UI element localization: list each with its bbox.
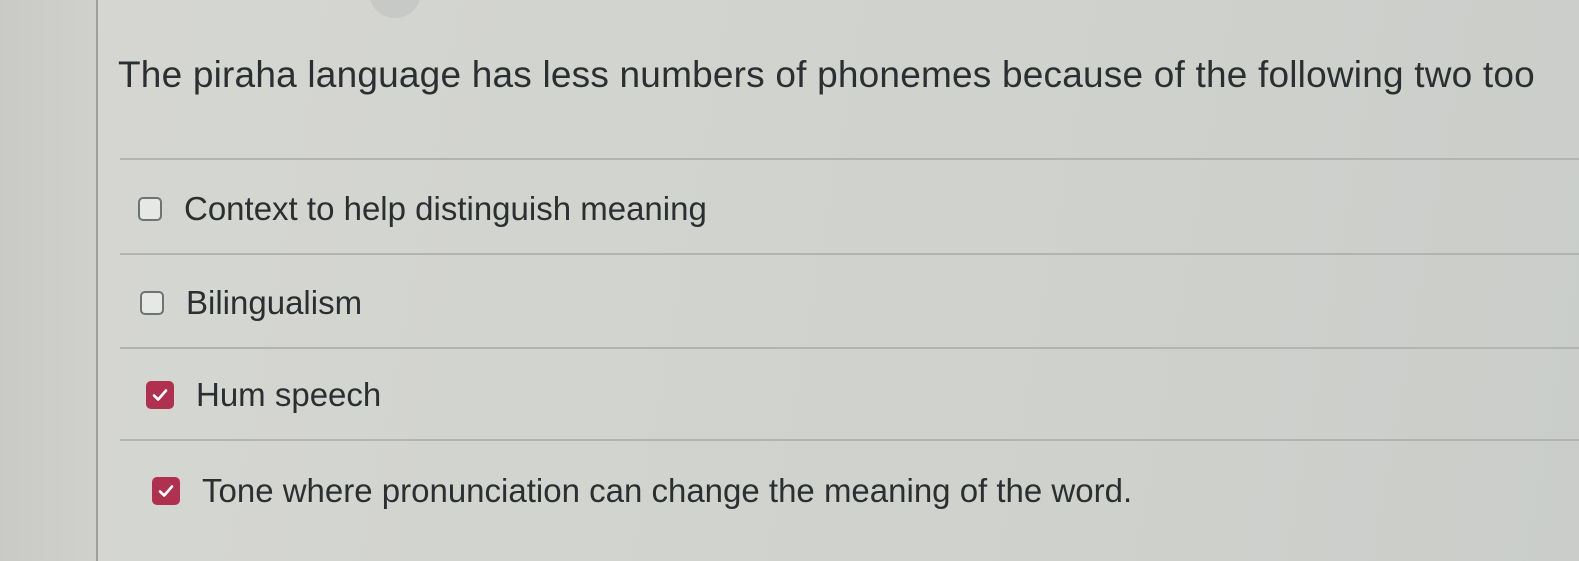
checkbox-unchecked[interactable] <box>138 197 162 221</box>
answer-option-tone[interactable]: Tone where pronunciation can change the … <box>152 472 1132 510</box>
question-prompt: The piraha language has less numbers of … <box>118 54 1535 95</box>
checkbox-checked[interactable] <box>152 477 180 505</box>
divider <box>120 347 1579 349</box>
answer-label: Bilingualism <box>186 284 363 321</box>
answer-label: Hum speech <box>196 376 382 413</box>
checkbox-checked[interactable] <box>146 381 174 409</box>
divider <box>120 253 1579 255</box>
question-card: The piraha language has less numbers of … <box>98 0 1579 561</box>
divider-top <box>120 158 1579 160</box>
page-left-margin <box>0 0 96 561</box>
answer-label: Tone where pronunciation can change the … <box>202 472 1133 509</box>
answer-label: Context to help distinguish meaning <box>184 190 707 227</box>
checkbox-unchecked[interactable] <box>140 291 164 315</box>
answer-option-bilingualism[interactable]: Bilingualism <box>140 284 362 322</box>
answer-option-hum-speech[interactable]: Hum speech <box>146 376 381 414</box>
answer-option-context[interactable]: Context to help distinguish meaning <box>138 190 707 228</box>
divider <box>120 439 1579 441</box>
checkmark-icon <box>158 485 174 497</box>
checkmark-icon <box>152 389 168 401</box>
